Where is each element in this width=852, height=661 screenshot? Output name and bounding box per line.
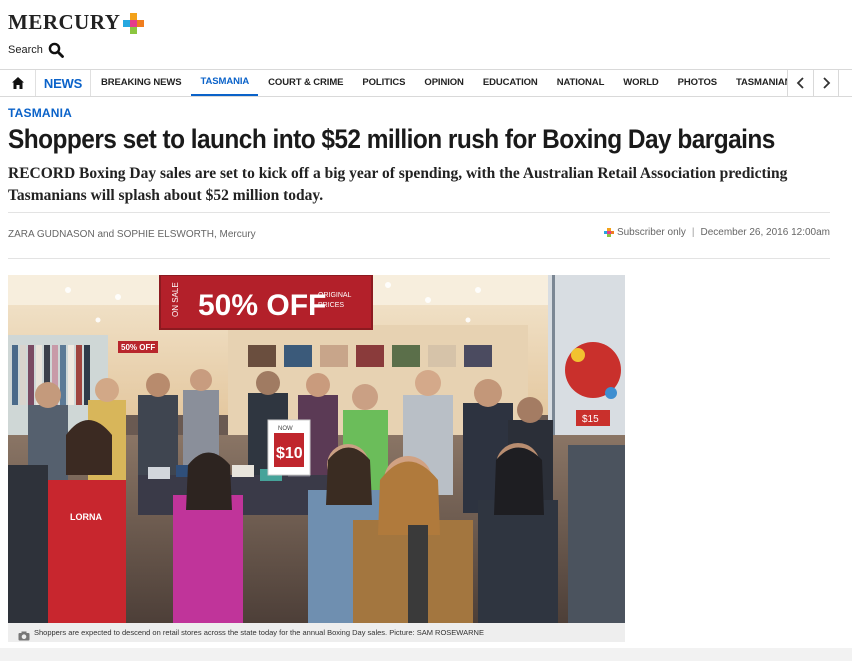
- nav-item-politics[interactable]: POLITICS: [352, 70, 414, 96]
- price-tag-now: NOW: [278, 426, 293, 432]
- window-price-tag: $15: [582, 414, 599, 425]
- wall-sale-sign: 50% OFF: [121, 343, 155, 352]
- nav-scroll-left-button[interactable]: [787, 70, 813, 96]
- mercury-logo[interactable]: MERCURY: [8, 10, 145, 35]
- subscriber-only-label: Subscriber only: [616, 227, 686, 238]
- article-headline: Shoppers set to launch into $52 million …: [8, 124, 775, 154]
- masthead: MERCURY Search: [0, 0, 852, 70]
- nav-items: BREAKING NEWS TASMANIA COURT & CRIME POL…: [91, 70, 787, 96]
- search-label: Search: [8, 44, 43, 56]
- meta-separator: |: [691, 227, 695, 238]
- nav-scroll-right-button[interactable]: [813, 70, 839, 96]
- camera-icon: [18, 628, 30, 640]
- sign-on-sale: ON SALE: [171, 282, 180, 317]
- price-tag-ten: $10: [276, 445, 303, 462]
- nav-news-link[interactable]: NEWS: [36, 70, 91, 96]
- article-section-tag[interactable]: TASMANIA: [8, 106, 72, 120]
- nav-item-tasmanian-country[interactable]: TASMANIAN COUNTRY: [726, 70, 787, 96]
- section-nav: NEWS BREAKING NEWS TASMANIA COURT & CRIM…: [0, 69, 852, 97]
- divider: [8, 258, 830, 259]
- chevron-right-icon: [823, 77, 831, 89]
- logo-wordmark: MERCURY: [8, 10, 121, 34]
- search-icon: [48, 42, 64, 58]
- nav-item-national[interactable]: NATIONAL: [547, 70, 614, 96]
- search-button[interactable]: Search: [8, 42, 64, 58]
- divider: [8, 212, 830, 213]
- nav-item-photos[interactable]: PHOTOS: [668, 70, 726, 96]
- article-hero-image[interactable]: $15 50% OFF ON SALE 50% OFF ORIGINAL PRI…: [8, 275, 625, 623]
- sign-prices: PRICES: [318, 302, 344, 309]
- article-standfirst: RECORD Boxing Day sales are set to kick …: [8, 165, 788, 204]
- subscriber-plus-icon: [603, 227, 614, 238]
- nav-home-button[interactable]: [0, 70, 36, 96]
- home-icon: [11, 77, 24, 89]
- sign-fifty-off: 50% OFF: [198, 289, 326, 322]
- nav-item-tasmania[interactable]: TASMANIA: [190, 70, 259, 96]
- shirt-print: LORNA: [70, 512, 102, 522]
- page-bottom-fade: [0, 648, 852, 661]
- article-byline: ZARA GUDNASON and SOPHIE ELSWORTH, Mercu…: [8, 229, 256, 240]
- shoppers-photo: $15 50% OFF ON SALE 50% OFF ORIGINAL PRI…: [8, 275, 625, 623]
- nav-item-opinion[interactable]: OPINION: [414, 70, 472, 96]
- image-caption: Shoppers are expected to descend on reta…: [8, 623, 625, 642]
- caption-text: Shoppers are expected to descend on reta…: [34, 628, 484, 637]
- nav-item-breaking-news[interactable]: BREAKING NEWS: [91, 70, 191, 96]
- chevron-left-icon: [796, 77, 804, 89]
- logo-plus-icon: [123, 12, 145, 34]
- sign-original: ORIGINAL: [318, 292, 352, 299]
- nav-item-court-crime[interactable]: COURT & CRIME: [258, 70, 352, 96]
- nav-item-education[interactable]: EDUCATION: [473, 70, 547, 96]
- nav-item-world[interactable]: WORLD: [613, 70, 667, 96]
- article-date: December 26, 2016 12:00am: [700, 227, 830, 238]
- article-meta: Subscriber only | December 26, 2016 12:0…: [603, 227, 830, 238]
